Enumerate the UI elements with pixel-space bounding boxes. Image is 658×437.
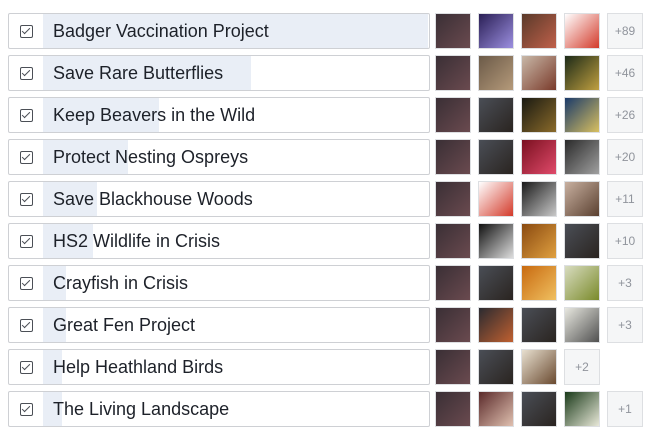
group-photo-avatar[interactable] [478, 307, 514, 343]
poll-option-row: Protect Nesting Ospreys +20 [8, 139, 648, 175]
group-photo-avatar[interactable] [478, 391, 514, 427]
wave-art-avatar[interactable] [564, 97, 600, 133]
poll-option[interactable]: HS2 Wildlife in Crisis [8, 223, 430, 259]
poll-option-row: Save Blackhouse Woods +11 [8, 181, 648, 217]
dull-sign-avatar[interactable] [564, 307, 600, 343]
poll-option[interactable]: Great Fen Project [8, 307, 430, 343]
bearded-man-avatar[interactable] [521, 307, 557, 343]
mono-photo-avatar[interactable] [521, 181, 557, 217]
poll-option[interactable]: The Living Landscape [8, 391, 430, 427]
poll-option[interactable]: Crayfish in Crisis [8, 265, 430, 301]
bearded-man-avatar[interactable] [564, 223, 600, 259]
checkbox-checked-icon[interactable] [9, 56, 43, 90]
checkbox-checked-icon[interactable] [9, 224, 43, 258]
more-voters-count[interactable]: +11 [607, 181, 643, 217]
checkbox-checked-icon[interactable] [9, 266, 43, 300]
poll-option-row: Save Rare Butterflies +46 [8, 55, 648, 91]
checkbox-checked-icon[interactable] [9, 14, 43, 48]
bird-avatar[interactable] [521, 97, 557, 133]
poll-option-row: Keep Beavers in the Wild +26 [8, 97, 648, 133]
poll-option-label: Crayfish in Crisis [53, 273, 189, 293]
user-avatar[interactable] [435, 391, 471, 427]
more-voters-count[interactable]: +3 [607, 265, 643, 301]
poll-option-label: The Living Landscape [53, 399, 230, 419]
user-avatar[interactable] [435, 307, 471, 343]
bearded-man-avatar[interactable] [521, 391, 557, 427]
poll-option-label: HS2 Wildlife in Crisis [53, 231, 221, 251]
poll-option-label: Help Heathland Birds [53, 357, 224, 377]
checkbox-checked-icon[interactable] [9, 140, 43, 174]
user-avatar[interactable] [435, 97, 471, 133]
orange-mask-avatar[interactable] [521, 223, 557, 259]
poll-option[interactable]: Save Blackhouse Woods [8, 181, 430, 217]
checkbox-checked-icon[interactable] [9, 308, 43, 342]
poll-option-row: Badger Vaccination Project +89 [8, 13, 648, 49]
more-voters-count[interactable]: +1 [607, 391, 643, 427]
book-cover-avatar[interactable] [564, 55, 600, 91]
more-voters-count[interactable]: +10 [607, 223, 643, 259]
user-avatar[interactable] [435, 265, 471, 301]
poll-option[interactable]: Save Rare Butterflies [8, 55, 430, 91]
user-avatar[interactable] [435, 349, 471, 385]
more-voters-count[interactable]: +46 [607, 55, 643, 91]
orange-light-avatar[interactable] [521, 265, 557, 301]
poll-option-label: Protect Nesting Ospreys [53, 147, 249, 167]
poll-option[interactable]: Badger Vaccination Project [8, 13, 430, 49]
user-avatar[interactable] [435, 55, 471, 91]
badger-logo-avatar[interactable] [478, 181, 514, 217]
more-voters-count[interactable]: +3 [607, 307, 643, 343]
poll-option[interactable]: Protect Nesting Ospreys [8, 139, 430, 175]
poll-option[interactable]: Keep Beavers in the Wild [8, 97, 430, 133]
user-avatar[interactable] [435, 223, 471, 259]
more-voters-count[interactable]: +20 [607, 139, 643, 175]
poll-option[interactable]: Help Heathland Birds [8, 349, 430, 385]
tree-roots-avatar[interactable] [521, 349, 557, 385]
forest-avatar[interactable] [564, 391, 600, 427]
poll-results: Badger Vaccination Project +89 Save Rare B… [0, 0, 658, 437]
checkbox-checked-icon[interactable] [9, 392, 43, 426]
user-avatar[interactable] [435, 181, 471, 217]
poll-option-label: Great Fen Project [53, 315, 196, 335]
more-voters-count[interactable]: +26 [607, 97, 643, 133]
group-photo-avatar[interactable] [521, 13, 557, 49]
selfie-avatar[interactable] [564, 181, 600, 217]
poll-option-label: Keep Beavers in the Wild [53, 105, 256, 125]
purple-light-avatar[interactable] [478, 13, 514, 49]
bearded-man-avatar[interactable] [478, 265, 514, 301]
mono-drawing-avatar[interactable] [478, 223, 514, 259]
more-voters-count[interactable]: +89 [607, 13, 643, 49]
poll-option-label: Save Rare Butterflies [53, 63, 224, 83]
bearded-man-avatar[interactable] [478, 97, 514, 133]
portrait-avatar[interactable] [478, 55, 514, 91]
bearded-man-avatar[interactable] [478, 139, 514, 175]
poll-option-row: HS2 Wildlife in Crisis +10 [8, 223, 648, 259]
checkbox-checked-icon[interactable] [9, 182, 43, 216]
checkbox-checked-icon[interactable] [9, 98, 43, 132]
poll-option-row: The Living Landscape +1 [8, 391, 648, 427]
poll-option-label: Badger Vaccination Project [53, 21, 269, 41]
poll-option-label: Save Blackhouse Woods [53, 189, 253, 209]
user-avatar[interactable] [435, 13, 471, 49]
badger-logo-avatar[interactable] [564, 13, 600, 49]
poll-option-row: Crayfish in Crisis +3 [8, 265, 648, 301]
more-voters-count[interactable]: +2 [564, 349, 600, 385]
red-light-avatar[interactable] [521, 139, 557, 175]
mono-texture-avatar[interactable] [564, 139, 600, 175]
bearded-man-avatar[interactable] [478, 349, 514, 385]
poll-option-row: Great Fen Project +3 [8, 307, 648, 343]
curly-hair-avatar[interactable] [521, 55, 557, 91]
green-blob-avatar[interactable] [564, 265, 600, 301]
checkbox-checked-icon[interactable] [9, 350, 43, 384]
user-avatar[interactable] [435, 139, 471, 175]
poll-option-row: Help Heathland Birds +2 [8, 349, 648, 385]
